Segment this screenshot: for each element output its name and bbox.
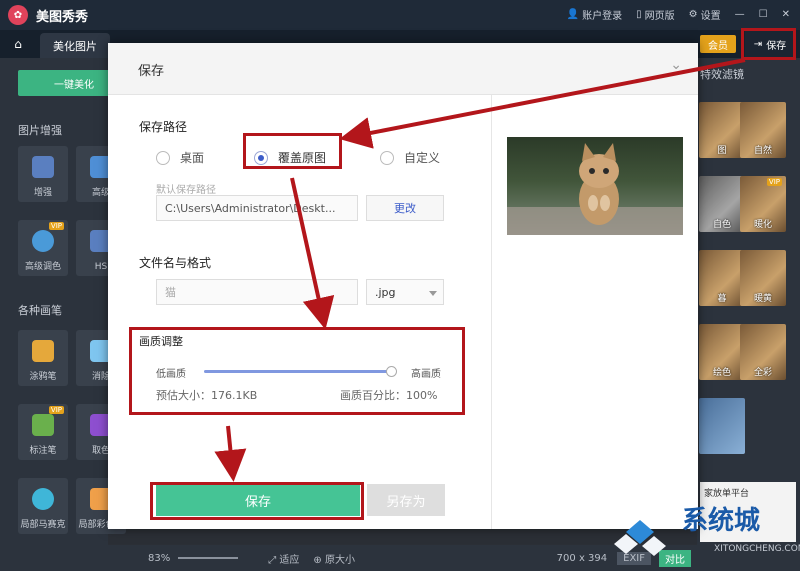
annotation-box-overwrite (243, 133, 342, 169)
title-bar: ✿ 美图秀秀 👤 账户登录 ▯ 网页版 ⚙ 设置 — ☐ ✕ (0, 0, 800, 30)
account-login-link[interactable]: 👤 账户登录 (567, 7, 622, 22)
tool-advanced-color[interactable]: VIP 高级调色 (18, 220, 68, 276)
home-icon[interactable]: ⌂ (6, 34, 30, 54)
format-select[interactable]: .jpg (366, 279, 444, 305)
caret-down-icon (429, 291, 437, 296)
user-icon: 👤 (566, 9, 580, 20)
mosaic-icon (32, 488, 54, 510)
watermark-url: XITONGCHENG.COM (714, 544, 800, 554)
settings-link[interactable]: ⚙ 设置 (689, 7, 721, 22)
annotation-box-save (150, 482, 364, 520)
filename-format-label: 文件名与格式 (139, 256, 212, 270)
filter-thumb[interactable]: 暖黄 (740, 250, 786, 306)
zoom-slider[interactable] (178, 557, 239, 559)
dialog-divider (491, 95, 492, 529)
close-button[interactable]: ✕ (782, 9, 790, 20)
filter-thumb[interactable]: 全彩 (740, 324, 786, 380)
tool-doodle-pen[interactable]: 涂鸦笔 (18, 330, 68, 386)
save-path-label: 保存路径 (139, 120, 188, 134)
fit-button[interactable]: ⤢ 适应 (268, 551, 299, 566)
app-logo-icon: ✿ (8, 5, 28, 25)
annotation-box-quality (129, 327, 465, 415)
image-preview (507, 137, 683, 235)
radio-circle (380, 150, 394, 165)
chevron-down-icon[interactable]: ⌄ (670, 57, 682, 73)
original-size-button[interactable]: ⊕ 原大小 (313, 551, 355, 566)
minimize-button[interactable]: — (735, 9, 745, 20)
web-version-link[interactable]: ▯ 网页版 (636, 7, 675, 22)
marker-icon (32, 414, 54, 436)
filter-thumb[interactable]: 图 (699, 102, 745, 158)
filter-header: 特效滤镜 (700, 68, 744, 81)
filter-thumb[interactable]: 绘色 (699, 324, 745, 380)
default-path-label: 默认保存路径 (156, 185, 216, 196)
vip-button[interactable]: 会员 (700, 35, 736, 53)
dialog-title: 保存 (138, 64, 165, 79)
watermark-text: 系统城 (682, 506, 761, 536)
title-links: 👤 账户登录 ▯ 网页版 ⚙ 设置 — ☐ ✕ (567, 7, 790, 22)
filter-thumb[interactable]: VIP 暖化 (740, 176, 786, 232)
palette-icon (32, 230, 54, 252)
tab-beautify[interactable]: 美化图片 (40, 33, 110, 58)
radio-desktop[interactable]: 桌面 (156, 149, 204, 166)
pencil-icon (32, 340, 54, 362)
filter-thumb[interactable]: 暮 (699, 250, 745, 306)
maximize-button[interactable]: ☐ (759, 9, 768, 20)
radio-circle (156, 150, 170, 165)
gear-icon: ⚙ (688, 9, 698, 20)
app-window: ✿ 美图秀秀 👤 账户登录 ▯ 网页版 ⚙ 设置 — ☐ ✕ ⌂ 美化图片 会员 ⇥ … (0, 0, 800, 571)
filter-thumb[interactable]: 自然 (740, 102, 786, 158)
annotation-box-header-save (741, 28, 796, 60)
sliders-icon (32, 156, 54, 178)
section-enhance: 图片增强 (18, 124, 62, 137)
filename-input[interactable]: 猫 (156, 279, 358, 305)
tool-marker[interactable]: VIP 标注笔 (18, 404, 68, 460)
save-as-button[interactable]: 另存为 (367, 484, 445, 516)
app-name: 美图秀秀 (36, 9, 89, 25)
dialog-header: 保存 ⌄ (108, 43, 698, 95)
section-brush: 各种画笔 (18, 304, 62, 317)
radio-custom[interactable]: 自定义 (380, 149, 440, 166)
change-path-button[interactable]: 更改 (366, 195, 444, 221)
bottom-toolbar: 83% ⤢ 适应 ⊕ 原大小 700 x 394 EXIF 对比 (108, 545, 697, 571)
zoom-level: 83% (148, 552, 171, 564)
tool-mosaic[interactable]: 局部马赛克 (18, 478, 68, 534)
kitten-preview-image (507, 143, 683, 235)
phone-icon: ▯ (636, 9, 642, 20)
save-path-input[interactable]: C:\Users\Administrator\Deskt... (156, 195, 358, 221)
tool-enhance[interactable]: 增强 (18, 146, 68, 202)
image-size: 700 x 394 (556, 552, 608, 564)
filter-thumb[interactable] (699, 398, 745, 454)
save-dialog: 保存 ⌄ 保存路径 桌面 覆盖原图 自定义 默认保存路径 C:\Users\Ad… (108, 43, 698, 529)
filter-thumb[interactable]: 自色 (699, 176, 745, 232)
